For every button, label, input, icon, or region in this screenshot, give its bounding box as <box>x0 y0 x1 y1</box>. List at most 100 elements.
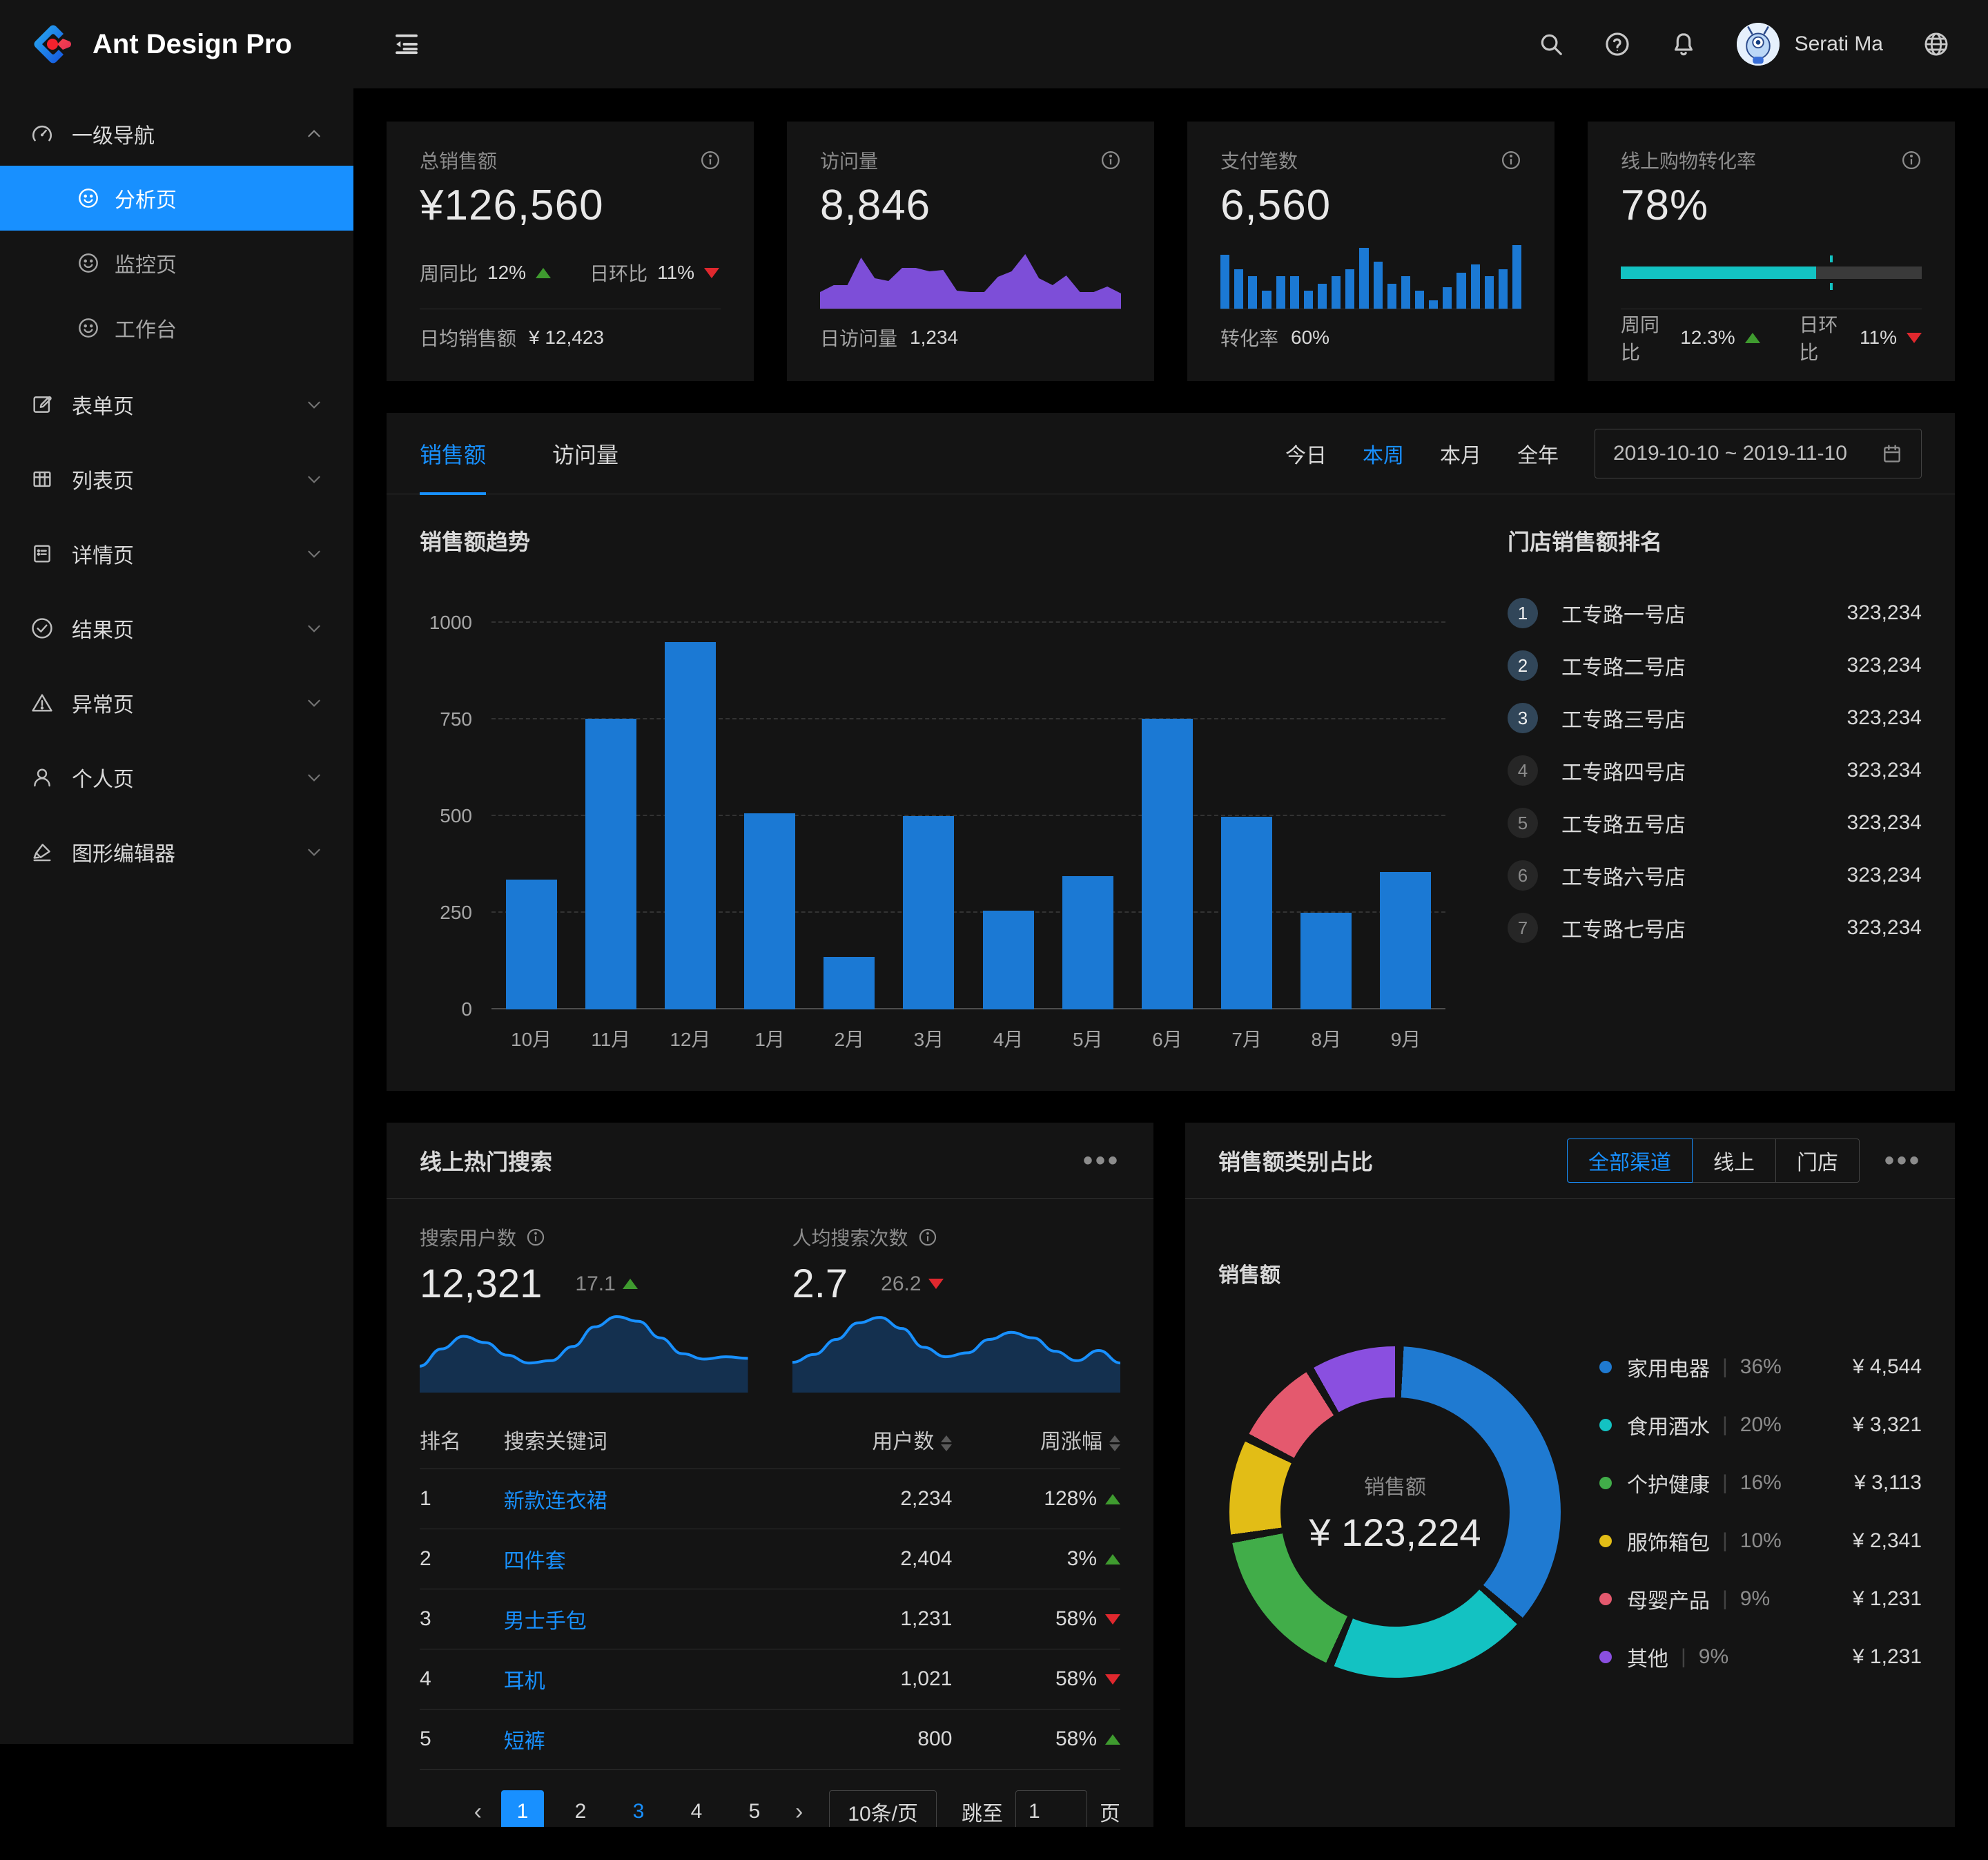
bar[interactable] <box>903 816 954 1009</box>
keyword-link[interactable]: 四件套 <box>504 1550 566 1573</box>
sidebar-item-level1-nav[interactable]: 一级导航 <box>0 102 353 166</box>
sidebar-item-列表页[interactable]: 列表页 <box>0 449 353 510</box>
jump-page-input[interactable] <box>1015 1790 1087 1827</box>
page-2[interactable]: 2 <box>559 1790 602 1827</box>
topbar-actions: Serati Ma <box>1538 23 1949 66</box>
keyword-link[interactable]: 男士手包 <box>504 1610 587 1633</box>
bar[interactable] <box>1380 872 1431 1009</box>
info-icon[interactable] <box>1501 150 1521 171</box>
page-1[interactable]: 1 <box>501 1790 544 1827</box>
bar[interactable] <box>1142 719 1193 1009</box>
info-icon[interactable] <box>700 150 721 171</box>
range-month[interactable]: 本月 <box>1440 438 1481 469</box>
page-3[interactable]: 3 <box>617 1790 660 1827</box>
calendar-icon <box>1881 443 1903 465</box>
col-users[interactable]: 用户数 <box>784 1412 953 1469</box>
hot-search-title: 线上热门搜索 <box>420 1145 552 1176</box>
bar[interactable] <box>1221 817 1272 1009</box>
legend-amount: ¥ 2,341 <box>1853 1529 1922 1553</box>
info-icon[interactable] <box>1901 150 1922 171</box>
info-icon[interactable] <box>1100 150 1121 171</box>
sidebar-item-label: 异常页 <box>72 688 134 718</box>
question-circle-icon[interactable] <box>1604 31 1630 57</box>
cell-keyword: 新款连衣裙 <box>504 1469 784 1529</box>
keyword-link[interactable]: 耳机 <box>504 1670 545 1693</box>
col-change[interactable]: 周涨幅 <box>952 1412 1120 1469</box>
search-icon[interactable] <box>1538 31 1564 57</box>
sidebar-item-个人页[interactable]: 个人页 <box>0 747 353 808</box>
menu-fold-icon[interactable] <box>392 30 421 59</box>
logo[interactable]: Ant Design Pro <box>0 0 353 88</box>
sorter-icon <box>941 1435 952 1451</box>
channel-store[interactable]: 门店 <box>1776 1139 1860 1183</box>
range-week[interactable]: 本周 <box>1363 438 1404 469</box>
sidebar-item-表单页[interactable]: 表单页 <box>0 374 353 435</box>
bell-icon[interactable] <box>1670 31 1697 57</box>
user-menu[interactable]: Serati Ma <box>1737 23 1883 66</box>
legend-percent: 20% <box>1740 1413 1782 1437</box>
more-menu-icon[interactable]: ••• <box>1884 1154 1922 1168</box>
channel-all[interactable]: 全部渠道 <box>1567 1139 1693 1183</box>
smile-icon <box>77 317 99 339</box>
sidebar-subitem-工作台[interactable]: 工作台 <box>0 296 353 360</box>
x-tick-label: 2月 <box>810 1025 889 1052</box>
caret-down-icon <box>1105 1614 1120 1625</box>
tab-visits[interactable]: 访问量 <box>552 413 618 494</box>
ranking-row: 1工专路一号店323,234 <box>1508 587 1922 639</box>
mini-bar <box>1499 269 1508 309</box>
page-5[interactable]: 5 <box>733 1790 776 1827</box>
channel-online[interactable]: 线上 <box>1693 1139 1776 1183</box>
page-4[interactable]: 4 <box>675 1790 718 1827</box>
legend-dot <box>1599 1419 1612 1431</box>
tab-sales[interactable]: 销售额 <box>420 413 486 494</box>
chevron-down-icon <box>305 470 323 488</box>
bar[interactable] <box>585 719 636 1009</box>
caret-down-icon <box>1105 1674 1120 1685</box>
globe-icon[interactable] <box>1923 31 1949 57</box>
bar[interactable] <box>744 813 795 1009</box>
y-tick-label: 500 <box>420 805 472 827</box>
mini-bar <box>1429 300 1438 309</box>
bar[interactable] <box>1062 876 1113 1009</box>
prev-page-icon[interactable]: ‹ <box>470 1799 486 1825</box>
info-icon[interactable] <box>918 1228 937 1247</box>
donut-legend: 家用电器|36%¥ 4,544食用酒水|20%¥ 3,321个护健康|16%¥ … <box>1599 1352 1922 1672</box>
legend-dot <box>1599 1477 1612 1489</box>
sidebar-item-异常页[interactable]: 异常页 <box>0 672 353 733</box>
sales-donut-chart: 销售额 ¥ 123,224 <box>1229 1346 1561 1678</box>
next-page-icon[interactable]: › <box>791 1799 807 1825</box>
caret-up-icon <box>1105 1554 1120 1564</box>
dod-trend: 日环比 11% <box>589 259 719 287</box>
keyword-link[interactable]: 新款连衣裙 <box>504 1490 607 1513</box>
bar[interactable] <box>824 957 875 1009</box>
wow-trend: 周同比 12% <box>420 259 551 287</box>
legend-item-家用电器: 家用电器|36%¥ 4,544 <box>1599 1352 1922 1382</box>
caret-up-icon <box>1105 1494 1120 1504</box>
sidebar-item-详情页[interactable]: 详情页 <box>0 523 353 584</box>
ranking-title: 门店销售额排名 <box>1508 525 1922 556</box>
bar[interactable] <box>506 880 557 1009</box>
more-menu-icon[interactable]: ••• <box>1083 1154 1120 1168</box>
bar[interactable] <box>983 911 1034 1009</box>
rank-badge: 7 <box>1508 913 1538 943</box>
info-icon[interactable] <box>526 1228 545 1247</box>
sidebar-subitem-分析页[interactable]: 分析页 <box>0 166 353 231</box>
table-icon <box>30 467 54 491</box>
quick-jumper: 跳至 页 <box>962 1790 1120 1827</box>
range-today[interactable]: 今日 <box>1285 438 1327 469</box>
legend-dot <box>1599 1361 1612 1373</box>
page-size-select[interactable]: 10条/页 <box>829 1790 937 1827</box>
sidebar-item-结果页[interactable]: 结果页 <box>0 598 353 659</box>
chevron-down-icon <box>305 768 323 786</box>
pagination: ‹ 12345 › 10条/页 跳至 页 <box>420 1790 1120 1827</box>
bar[interactable] <box>1300 913 1352 1009</box>
sidebar-item-label: 结果页 <box>72 613 134 643</box>
sidebar-subitem-监控页[interactable]: 监控页 <box>0 231 353 296</box>
range-year[interactable]: 全年 <box>1517 438 1559 469</box>
keyword-link[interactable]: 短裤 <box>504 1730 545 1753</box>
card-title: 访问量 <box>820 146 878 174</box>
date-range-picker[interactable]: 2019-10-10 ~ 2019-11-10 <box>1595 429 1922 478</box>
sidebar-item-图形编辑器[interactable]: 图形编辑器 <box>0 822 353 882</box>
cell-rank: 5 <box>420 1709 504 1770</box>
bar[interactable] <box>665 642 716 1009</box>
